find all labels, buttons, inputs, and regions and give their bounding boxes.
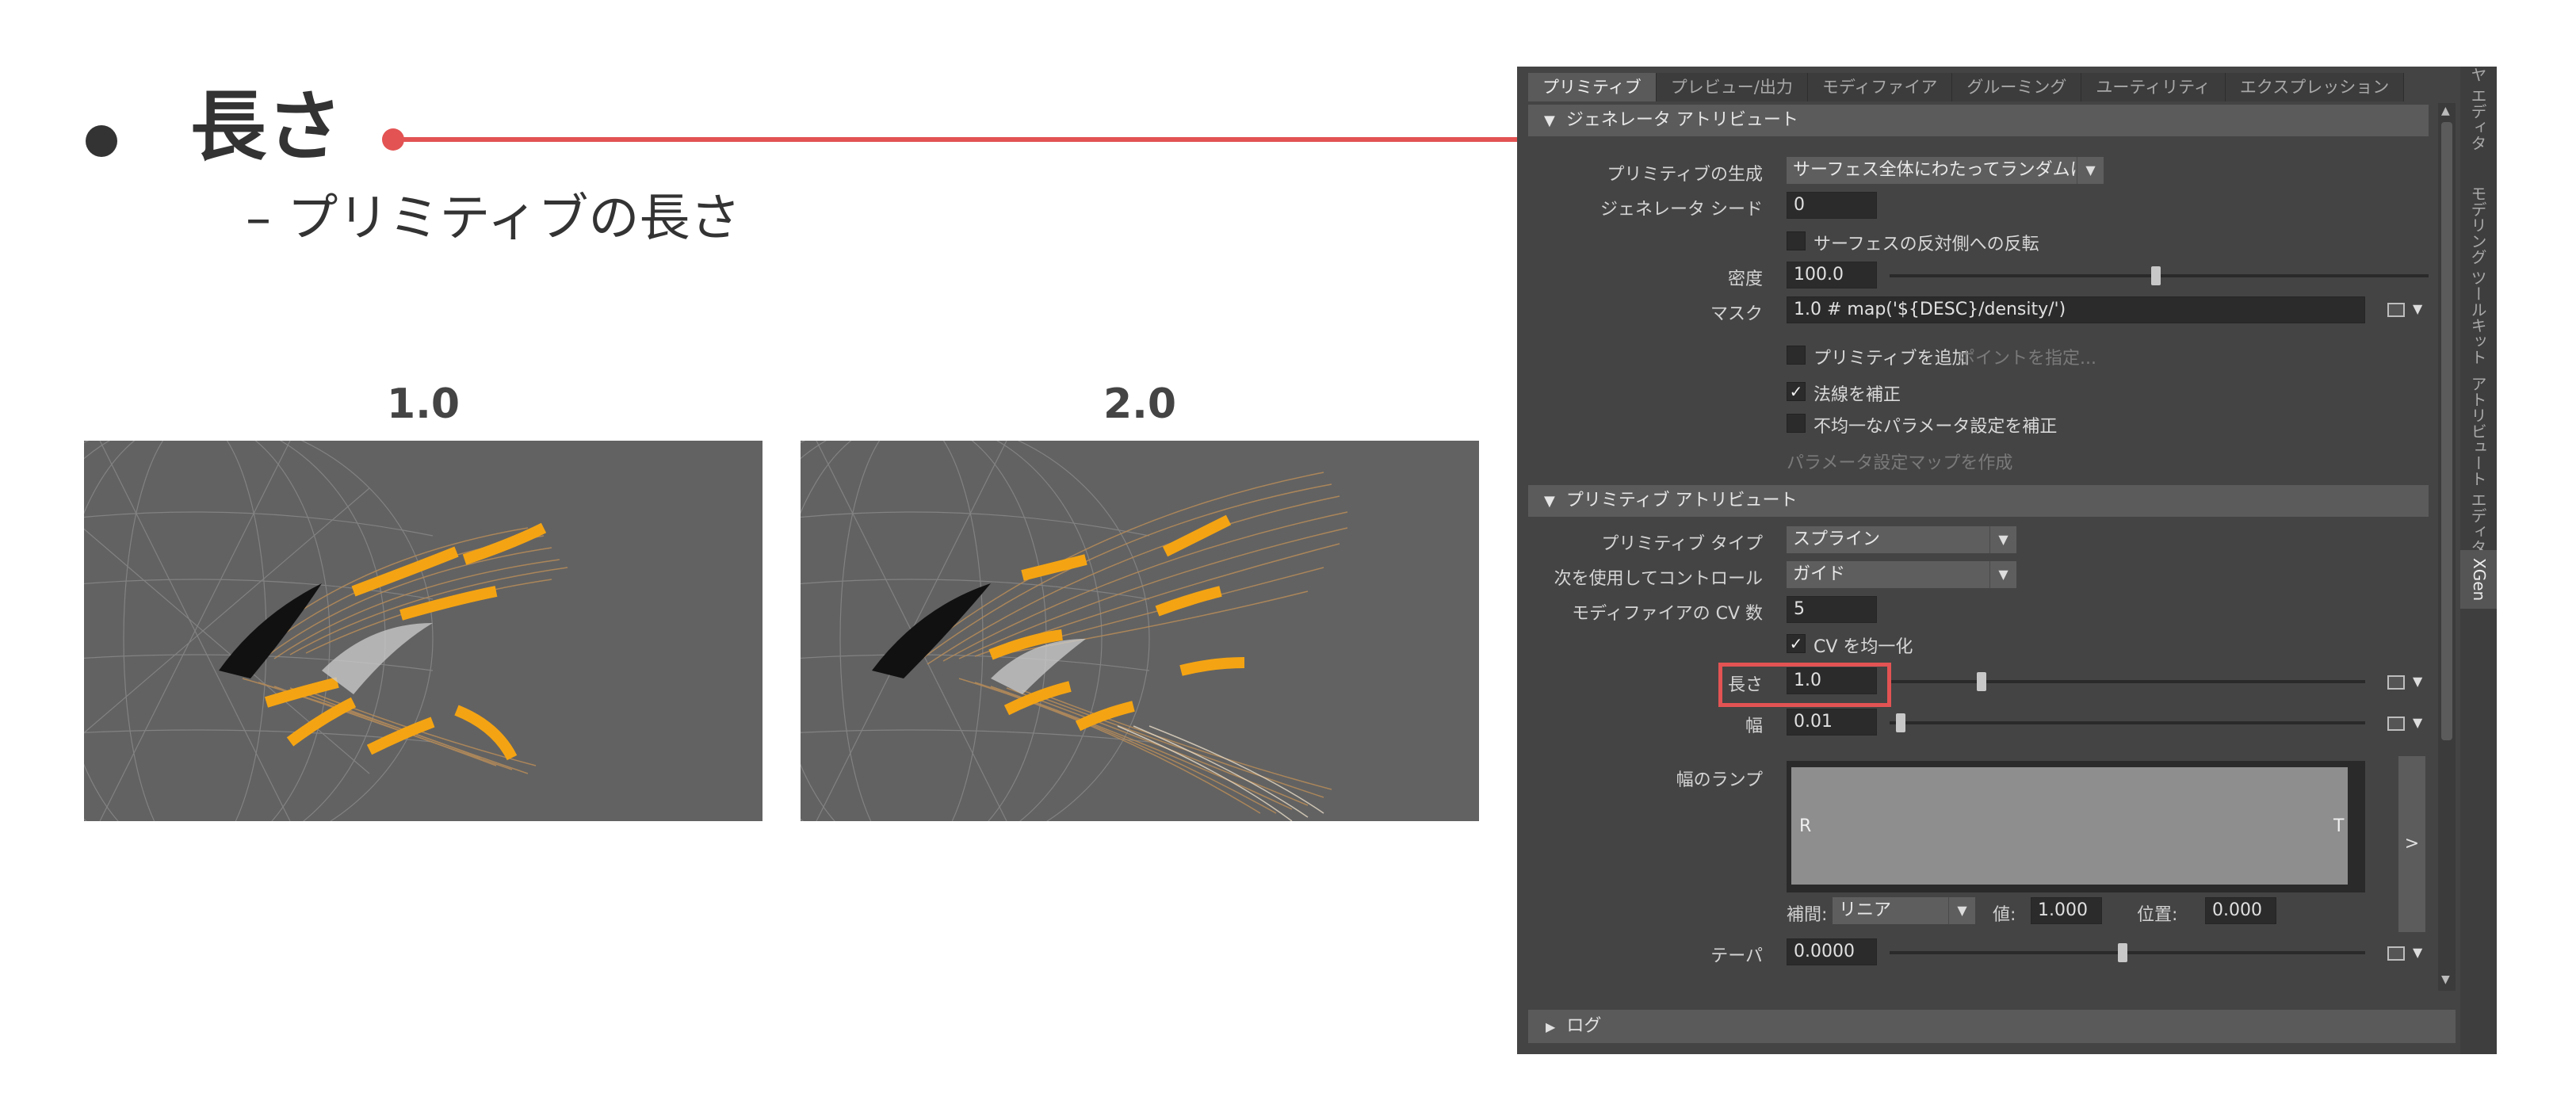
seed-field[interactable]: 0 bbox=[1787, 192, 1877, 219]
ramp-curve-area[interactable] bbox=[1791, 767, 2348, 885]
primitive-gen-label: プリミティブの生成 bbox=[1607, 165, 1763, 185]
map-icon[interactable] bbox=[2387, 303, 2405, 317]
hair-render-long bbox=[801, 441, 1348, 821]
map-icon[interactable] bbox=[2387, 675, 2405, 690]
taper-field[interactable]: 0.0000 bbox=[1787, 938, 1877, 965]
density-label: 密度 bbox=[1727, 269, 1763, 289]
generator-section-header[interactable]: ▼ ジェネレータ アトリビュート bbox=[1528, 105, 2429, 136]
hair-render-short bbox=[84, 441, 568, 821]
taper-label: テーパ bbox=[1710, 946, 1763, 966]
chevron-down-icon[interactable]: ▼ bbox=[2077, 157, 2104, 184]
tab-utility[interactable]: ユーティリティ bbox=[2081, 73, 2226, 101]
xgen-attribute-panel: プリミティブ プレビュー/出力 モディファイア グルーミング ユーティリティ エ… bbox=[1517, 67, 2497, 1054]
collapse-arrow-icon: ▼ bbox=[1544, 113, 1555, 129]
interp-label: 補間: bbox=[1787, 905, 1828, 925]
chevron-down-icon[interactable]: ▼ bbox=[2413, 945, 2422, 960]
seed-label: ジェネレータ シード bbox=[1600, 200, 1763, 220]
panel-tabbar: プリミティブ プレビュー/出力 モディファイア グルーミング ユーティリティ エ… bbox=[1528, 73, 2405, 101]
cv-uniform-checkbox[interactable]: ✓ bbox=[1787, 634, 1806, 653]
side-tab-attribute-editor[interactable]: アトリビュート エディタ bbox=[2467, 376, 2490, 555]
slide-subtitle: – プリミティブの長さ bbox=[246, 189, 741, 248]
length-highlight-box bbox=[1718, 663, 1891, 707]
comparison-label-1: 1.0 bbox=[386, 380, 461, 428]
create-param-map-button[interactable]: パラメータ設定マップを作成 bbox=[1787, 449, 2012, 474]
primitive-type-dropdown[interactable]: スプライン bbox=[1787, 526, 2016, 553]
length-slider-track[interactable] bbox=[1890, 680, 2365, 683]
width-label: 幅 bbox=[1745, 717, 1763, 736]
chevron-down-icon[interactable]: ▼ bbox=[1989, 561, 2016, 588]
side-tab-xgen[interactable]: XGen bbox=[2460, 550, 2497, 610]
nonuniform-label: 不均一なパラメータ設定を補正 bbox=[1814, 417, 2058, 437]
width-field[interactable]: 0.01 bbox=[1787, 709, 1877, 736]
primitive-gen-dropdown[interactable]: サーフェス全体にわたってランダムに bbox=[1787, 157, 2104, 184]
ramp-position-field[interactable]: 0.000 bbox=[2205, 897, 2276, 924]
primitive-section-header[interactable]: ▼ プリミティブ アトリビュート bbox=[1528, 485, 2429, 517]
chevron-down-icon[interactable]: ▼ bbox=[2413, 674, 2422, 689]
add-primitive-label: プリミティブを追加 bbox=[1814, 349, 1970, 369]
width-slider-track[interactable] bbox=[1890, 721, 2365, 724]
density-slider-handle[interactable] bbox=[2151, 266, 2161, 285]
taper-slider-handle[interactable] bbox=[2118, 943, 2127, 962]
taper-slider-track[interactable] bbox=[1890, 951, 2365, 954]
scroll-thumb[interactable] bbox=[2441, 122, 2452, 740]
collapse-arrow-icon: ▼ bbox=[1544, 493, 1555, 510]
scroll-up-icon[interactable]: ▲ bbox=[2441, 105, 2450, 117]
tab-modifier[interactable]: モディファイア bbox=[1807, 73, 1953, 101]
side-tab-modeling-toolkit[interactable]: モデリング ツールキット bbox=[2467, 185, 2490, 365]
primitive-type-label: プリミティブ タイプ bbox=[1601, 534, 1763, 554]
value-label: 値: bbox=[1993, 905, 2016, 925]
ramp-value-field[interactable]: 1.000 bbox=[2031, 897, 2102, 924]
scroll-down-icon[interactable]: ▼ bbox=[2441, 973, 2450, 986]
width-slider-handle[interactable] bbox=[1896, 713, 1905, 732]
position-label: 位置: bbox=[2137, 905, 2178, 925]
interp-dropdown[interactable]: リニア bbox=[1833, 897, 1951, 924]
flip-checkbox[interactable] bbox=[1787, 231, 1806, 250]
cv-uniform-label: CV を均一化 bbox=[1814, 637, 1913, 657]
ramp-tip-label: T bbox=[2333, 816, 2345, 836]
preview-image-length-1 bbox=[84, 441, 762, 821]
map-icon[interactable] bbox=[2387, 946, 2405, 961]
nonuniform-checkbox[interactable] bbox=[1787, 414, 1806, 433]
side-tab-layer-editor[interactable]: ヤ エディタ bbox=[2467, 67, 2490, 151]
chevron-down-icon[interactable]: ▼ bbox=[2413, 301, 2422, 316]
tab-expression[interactable]: エクスプレッション bbox=[2225, 73, 2405, 101]
side-tabbar: ヤ エディタ モデリング ツールキット アトリビュート エディタ XGen bbox=[2460, 67, 2497, 1054]
length-slider-handle[interactable] bbox=[1977, 672, 1986, 691]
expand-arrow-icon: ▶ bbox=[1546, 1019, 1556, 1034]
add-primitive-checkbox[interactable] bbox=[1787, 346, 1806, 365]
preview-image-length-2 bbox=[801, 441, 1479, 821]
width-ramp-label: 幅のランプ bbox=[1676, 770, 1763, 790]
flip-label: サーフェスの反対側への反転 bbox=[1814, 235, 2039, 254]
ramp-expand-button[interactable]: > bbox=[2398, 756, 2425, 932]
normal-correct-checkbox[interactable]: ✓ bbox=[1787, 382, 1806, 401]
comparison-label-2: 2.0 bbox=[1103, 380, 1177, 428]
width-ramp-editor[interactable]: R T bbox=[1787, 761, 2365, 892]
chevron-down-icon[interactable]: ▼ bbox=[1948, 897, 1975, 924]
control-dropdown[interactable]: ガイド bbox=[1787, 561, 2016, 588]
ramp-root-label: R bbox=[1799, 816, 1812, 836]
normal-correct-label: 法線を補正 bbox=[1814, 385, 1901, 405]
chevron-down-icon[interactable]: ▼ bbox=[1989, 526, 2016, 553]
control-label: 次を使用してコントロール bbox=[1554, 569, 1763, 589]
cv-count-field[interactable]: 5 bbox=[1787, 596, 1877, 623]
map-icon[interactable] bbox=[2387, 717, 2405, 731]
mask-label: マスク bbox=[1710, 304, 1763, 324]
tab-grooming[interactable]: グルーミング bbox=[1952, 73, 2082, 101]
cv-count-label: モディファイアの CV 数 bbox=[1572, 604, 1763, 624]
tab-primitive[interactable]: プリミティブ bbox=[1528, 73, 1657, 101]
specify-points-button[interactable]: ポイントを指定... bbox=[1958, 344, 2096, 369]
density-field[interactable]: 100.0 bbox=[1787, 262, 1877, 289]
chevron-down-icon[interactable]: ▼ bbox=[2413, 715, 2422, 730]
log-section-header[interactable]: ▶ ログ bbox=[1528, 1010, 2456, 1043]
mask-field[interactable]: 1.0 # map('${DESC}/density/') bbox=[1787, 296, 2365, 323]
vertical-scrollbar[interactable]: ▲ ▼ bbox=[2438, 103, 2456, 991]
slide-title: 長さ bbox=[190, 82, 342, 171]
bullet-dot bbox=[86, 125, 117, 157]
tab-preview-output[interactable]: プレビュー/出力 bbox=[1656, 73, 1808, 101]
